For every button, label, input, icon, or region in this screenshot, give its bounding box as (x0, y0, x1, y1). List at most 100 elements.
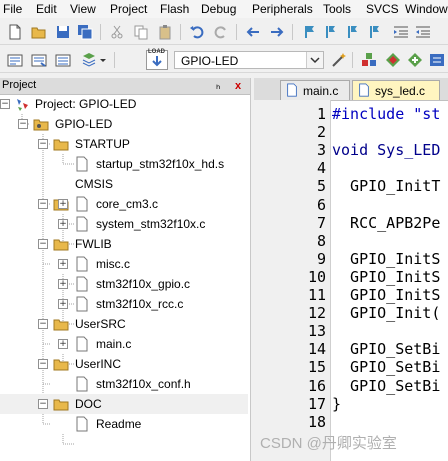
prev-bookmark-button[interactable] (322, 23, 340, 41)
tree-node-label: startup_stm32f10x_hd.s (96, 157, 225, 171)
code-line: } (332, 394, 342, 413)
tree-file[interactable]: Readme (0, 414, 250, 434)
expand-toggle[interactable]: + (58, 339, 68, 349)
paste-button[interactable] (156, 23, 174, 41)
undo-button[interactable] (188, 23, 206, 41)
batch-build-button[interactable] (80, 51, 98, 69)
tree-node-label: UserINC (75, 357, 122, 371)
tree-group-startup[interactable]: − STARTUP (0, 134, 250, 154)
expand-toggle[interactable]: + (58, 279, 68, 289)
next-bookmark-button[interactable] (344, 23, 362, 41)
code-line: GPIO_SetBi (332, 376, 441, 395)
bookmark-icon (305, 26, 314, 38)
file-icon (76, 156, 88, 172)
collapse-toggle[interactable]: − (38, 139, 48, 149)
expand-toggle[interactable]: + (58, 259, 68, 269)
pack-installer-button[interactable] (406, 51, 424, 69)
tab-main-c[interactable]: main.c (280, 80, 350, 100)
menu-file[interactable]: File (3, 2, 22, 16)
tree-target[interactable]: − GPIO-LED (0, 114, 250, 134)
collapse-toggle[interactable]: − (0, 99, 10, 109)
expand-toggle[interactable]: + (58, 299, 68, 309)
menu-edit[interactable]: Edit (36, 2, 57, 16)
rebuild-button[interactable] (54, 51, 72, 69)
manage-components-button[interactable] (360, 51, 378, 69)
indent-icon (394, 26, 408, 38)
collapse-toggle[interactable]: − (18, 119, 28, 129)
folder-icon (53, 319, 69, 331)
file-icon (76, 216, 88, 232)
bookmark-button[interactable] (300, 23, 318, 41)
build-button[interactable] (30, 51, 48, 69)
copy-button[interactable] (132, 23, 150, 41)
tree-node-label: GPIO-LED (55, 117, 113, 131)
expand-toggle[interactable]: + (58, 219, 68, 229)
copy-icon (134, 25, 148, 40)
line-number: 4 (316, 159, 326, 178)
save-icon (57, 26, 69, 38)
file-icon (76, 256, 88, 272)
target-options-button[interactable] (330, 51, 348, 69)
new-file-button[interactable] (6, 23, 24, 41)
menu-window[interactable]: Window (405, 2, 448, 16)
menu-project[interactable]: Project (110, 2, 147, 16)
menu-svcs[interactable]: SVCS (366, 2, 399, 16)
cut-button[interactable] (108, 23, 126, 41)
translate-icon (7, 54, 23, 67)
collapse-toggle[interactable]: − (38, 399, 48, 409)
file-icon (76, 296, 88, 312)
open-file-button[interactable] (30, 23, 48, 41)
unindent-icon (416, 26, 430, 38)
collapse-toggle[interactable]: − (38, 239, 48, 249)
menu-debug[interactable]: Debug (201, 2, 236, 16)
tree-group-doc[interactable]: − DOC (0, 394, 248, 414)
tab-sys-led-c[interactable]: sys_led.c (352, 80, 440, 100)
save-all-button[interactable] (76, 23, 94, 41)
build-toolbar: LOAD GPIO-LED (0, 48, 448, 73)
collapse-toggle[interactable]: − (38, 199, 48, 209)
navigate-back-button[interactable] (244, 23, 262, 41)
tree-project-root[interactable]: − Project: GPIO-LED (0, 94, 250, 114)
tree-node-label: FWLIB (75, 237, 112, 251)
editor-tabs: main.c sys_led.c (254, 78, 448, 101)
unindent-button[interactable] (414, 23, 432, 41)
expand-toggle[interactable]: + (58, 199, 68, 209)
menu-tools[interactable]: Tools (323, 2, 351, 16)
collapse-toggle[interactable]: − (38, 319, 48, 329)
save-button[interactable] (54, 23, 72, 41)
tree-file[interactable]: startup_stm32f10x_hd.s (0, 154, 250, 174)
code-text[interactable]: #include "st void Sys_LED GPIO_InitT RCC_… (332, 100, 448, 461)
clear-bookmarks-button[interactable] (366, 23, 384, 41)
project-panel-title: Project (2, 79, 37, 91)
tree-node-label: stm32f10x_conf.h (96, 377, 191, 391)
line-number: 8 (316, 231, 326, 250)
download-button[interactable]: LOAD (146, 49, 168, 70)
line-number: 7 (316, 213, 326, 232)
tree-node-label: Project: GPIO-LED (35, 97, 137, 111)
file-icon (76, 196, 88, 212)
target-select[interactable]: GPIO-LED (174, 51, 324, 69)
collapse-toggle[interactable]: − (38, 359, 48, 369)
close-panel-button[interactable]: x (232, 80, 244, 92)
indent-button[interactable] (392, 23, 410, 41)
select-packs-button[interactable] (384, 51, 402, 69)
target-dropdown-button[interactable] (306, 52, 323, 68)
redo-button[interactable] (212, 23, 230, 41)
navigate-forward-button[interactable] (268, 23, 286, 41)
menu-view[interactable]: View (70, 2, 96, 16)
watermark: CSDN @丹卿实验室 (260, 435, 397, 452)
rte-button[interactable] (428, 51, 446, 69)
line-number: 15 (307, 358, 326, 377)
tree-node-label: misc.c (96, 257, 130, 271)
line-number: 18 (307, 412, 326, 431)
batch-build-icon (82, 53, 96, 67)
translate-button[interactable] (6, 51, 24, 69)
batch-build-dropdown[interactable] (98, 51, 108, 69)
menu-peripherals[interactable]: Peripherals (252, 2, 313, 16)
tab-label: main.c (303, 84, 339, 98)
menu-flash[interactable]: Flash (160, 2, 189, 16)
code-line: RCC_APB2Pe (332, 213, 441, 232)
pin-icon[interactable]: ₕ (216, 79, 220, 92)
line-number: 14 (307, 340, 326, 359)
tree-node-label: Readme (96, 417, 142, 431)
